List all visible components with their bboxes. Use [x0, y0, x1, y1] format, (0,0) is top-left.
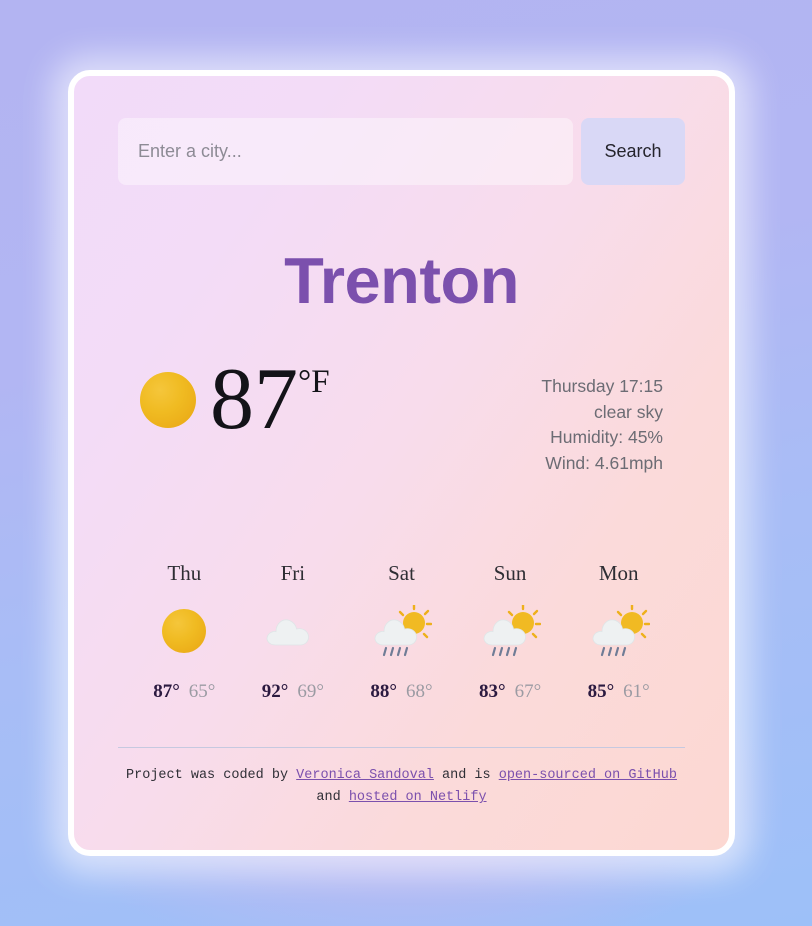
forecast-day-label: Sun [493, 560, 527, 585]
current-humidity: Humidity: 45% [550, 427, 663, 448]
temperature-unit: °F [298, 364, 330, 400]
weather-app-card: Search Trenton 87 °F Thursday 17:15 clea… [52, 56, 751, 874]
forecast-day-label: Mon [598, 560, 639, 585]
sun-icon [130, 603, 239, 663]
forecast-low: 69° [297, 680, 324, 702]
forecast-high: 92° [261, 680, 289, 702]
forecast-temps: 85° 61° [564, 681, 673, 703]
sun-rain-cloud-icon [564, 603, 673, 663]
current-details: Thursday 17:15 clear sky Humidity: 45% W… [541, 360, 685, 477]
search-form: Search [118, 118, 685, 185]
forecast-high: 83° [478, 680, 506, 702]
forecast-day-label: Thu [167, 560, 202, 585]
sun-disc [162, 608, 207, 653]
temperature-value: 87 [210, 351, 298, 448]
netlify-link[interactable]: hosted on Netlify [349, 790, 487, 805]
current-wind: Wind: 4.61mph [545, 453, 663, 474]
sun-rain-cloud-icon [347, 603, 456, 663]
search-button[interactable]: Search [581, 118, 685, 185]
forecast-temps: 83° 67° [456, 681, 565, 703]
forecast-temps: 87° 65° [130, 681, 239, 703]
forecast-day: Mon 85° 61° [564, 561, 673, 703]
forecast-temps: 88° 68° [347, 681, 456, 703]
forecast-high: 88° [370, 680, 397, 702]
forecast-day-label: Sat [388, 560, 415, 585]
footer-text-2: and is [433, 767, 499, 783]
search-input[interactable] [118, 118, 573, 185]
footer-divider [118, 746, 685, 748]
forecast-temps: 92° 69° [239, 681, 348, 703]
forecast-row: Thu 87° 65° Fri 92° 69° Sat 88° 68° Sun 83° 67° Mon 8… [118, 561, 685, 703]
footer-text-1: Project was coded by [126, 767, 297, 783]
sun-rain-cloud-icon [456, 603, 565, 663]
temperature-display: 87 °F [210, 351, 330, 448]
forecast-day: Thu 87° 65° [130, 561, 239, 703]
forecast-high: 87° [153, 680, 180, 702]
forecast-day: Sun 83° 67° [456, 561, 565, 703]
sun-icon [140, 372, 196, 429]
forecast-high: 85° [587, 680, 615, 702]
current-description: clear sky [593, 401, 663, 422]
current-temperature-group: 87 °F [118, 351, 330, 448]
forecast-low: 65° [188, 680, 216, 702]
forecast-low: 61° [623, 680, 650, 702]
city-name: Trenton [284, 244, 519, 317]
forecast-day-label: Fri [280, 560, 306, 585]
footer-text-3: and [316, 790, 349, 806]
forecast-low: 68° [405, 680, 433, 702]
cloud-icon [239, 603, 348, 663]
github-link[interactable]: open-sourced on GitHub [499, 768, 677, 783]
forecast-day: Fri 92° 69° [239, 561, 348, 703]
current-weather: 87 °F Thursday 17:15 clear sky Humidity:… [118, 351, 685, 477]
footer: Project was coded by Veronica Sandoval a… [118, 765, 685, 810]
forecast-low: 67° [514, 680, 542, 702]
author-link[interactable]: Veronica Sandoval [296, 768, 434, 783]
forecast-day: Sat 88° 68° [347, 561, 456, 703]
current-daytime: Thursday 17:15 [541, 376, 663, 396]
card-body: Search Trenton 87 °F Thursday 17:15 clea… [68, 70, 735, 856]
